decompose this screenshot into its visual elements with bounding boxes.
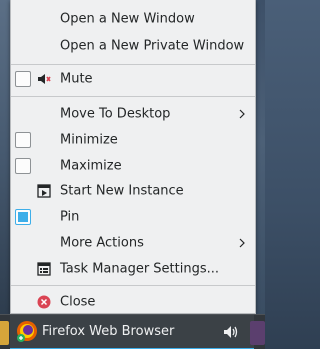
menu-item-label: Maximize: [60, 158, 122, 174]
menu-item-more-actions[interactable]: More Actions: [11, 230, 255, 256]
menu-item-minimize[interactable]: Minimize: [11, 127, 255, 153]
minimize-checkbox[interactable]: [15, 132, 31, 148]
menu-item-close[interactable]: Close: [11, 289, 255, 315]
taskbar-task-next[interactable]: [250, 321, 265, 345]
settings-icon: [37, 262, 51, 276]
firefox-icon: [17, 321, 37, 342]
menu-item-label: Move To Desktop: [60, 106, 171, 122]
menu-item-task-manager-settings[interactable]: Task Manager Settings...: [11, 256, 255, 282]
menu-item-label: Task Manager Settings...: [60, 261, 220, 277]
menu-item-label: Open a New Window: [60, 11, 195, 27]
menu-item-pin[interactable]: Pin: [11, 204, 255, 230]
new-instance-icon: [37, 184, 51, 198]
chevron-right-icon: [239, 238, 245, 248]
menu-item-label: Start New Instance: [60, 183, 184, 199]
pin-checkbox[interactable]: [15, 209, 31, 225]
menu-item-mute[interactable]: Mute: [11, 66, 255, 92]
menu-item-label: Mute: [60, 71, 93, 87]
taskbar-task-firefox[interactable]: Firefox Web Browser: [10, 315, 254, 349]
menu-item-label: More Actions: [60, 235, 144, 251]
menu-item-move-to-desktop[interactable]: Move To Desktop: [11, 101, 255, 127]
speaker-icon[interactable]: [222, 323, 240, 341]
menu-item-start-new-instance[interactable]: Start New Instance: [11, 178, 255, 204]
menu-separator: [11, 64, 255, 65]
close-icon: [37, 295, 51, 309]
menu-item-maximize[interactable]: Maximize: [11, 153, 255, 179]
taskbar-task-previous[interactable]: [0, 321, 9, 345]
menu-separator: [11, 285, 255, 286]
desktop-background-left: [0, 0, 10, 314]
menu-item-label: Close: [60, 294, 96, 310]
mute-checkbox[interactable]: [15, 71, 31, 87]
menu-item-label: Pin: [60, 209, 80, 225]
menu-item-label: Minimize: [60, 132, 118, 148]
desktop-background-right: [256, 0, 265, 314]
menu-item-open-new-window[interactable]: Open a New Window: [11, 6, 255, 32]
menu-item-open-private-window[interactable]: Open a New Private Window: [11, 33, 255, 59]
speaker-muted-icon: [38, 74, 51, 84]
maximize-checkbox[interactable]: [15, 158, 31, 174]
task-title: Firefox Web Browser: [42, 324, 175, 339]
task-context-menu: Open a New Window Open a New Private Win…: [10, 0, 256, 314]
taskbar: Firefox Web Browser: [0, 314, 265, 349]
menu-item-label: Open a New Private Window: [60, 38, 245, 54]
chevron-right-icon: [239, 109, 245, 119]
menu-separator: [11, 96, 255, 97]
